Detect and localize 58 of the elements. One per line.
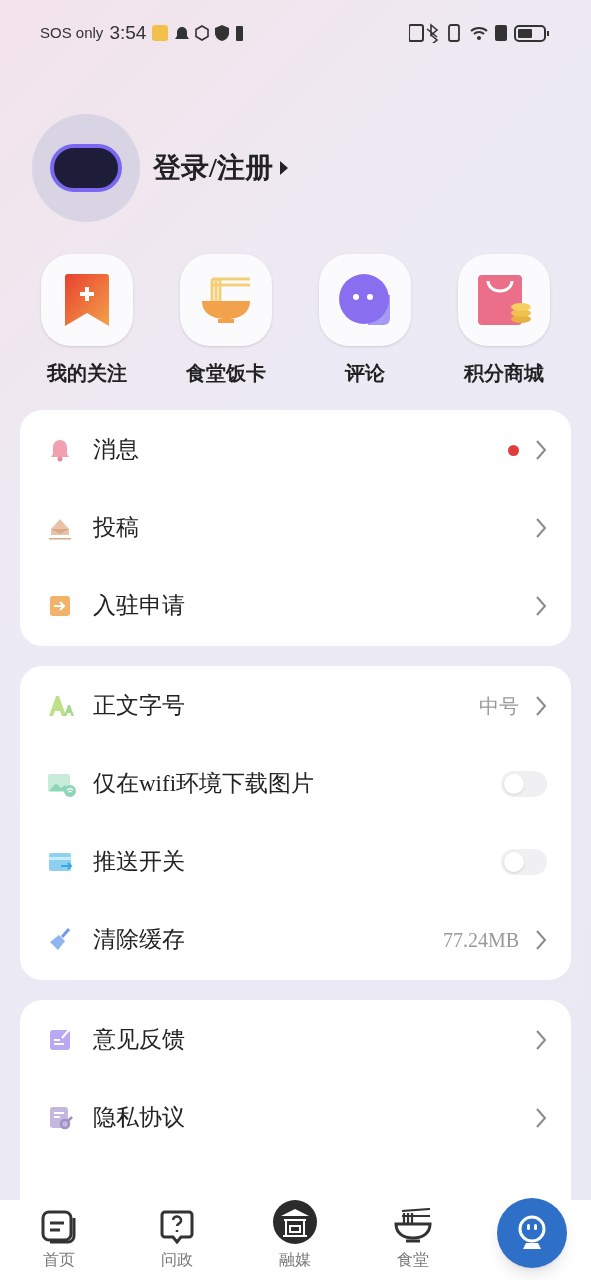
caret-icon (278, 160, 289, 176)
row-label: 意见反馈 (93, 1025, 186, 1054)
shortcut-label: 食堂饭卡 (186, 361, 267, 386)
assistant-button[interactable] (497, 1198, 567, 1268)
shortcut-tile[interactable] (41, 254, 134, 346)
settings-row[interactable]: 正文字号 中号 (20, 667, 571, 745)
chevron-right-icon (535, 695, 547, 717)
login-register-link[interactable]: 登录/注册 (153, 147, 289, 189)
row-label: 仅在wifi环境下载图片 (93, 769, 316, 798)
settings-row[interactable]: 意见反馈 (20, 1001, 571, 1079)
settings-row[interactable]: 消息 (20, 411, 571, 489)
row-label: 入驻申请 (93, 591, 186, 620)
settings-row[interactable]: 清除缓存 77.24MB (20, 901, 571, 979)
robot-icon (517, 1215, 547, 1251)
row-label: 正文字号 (93, 691, 186, 720)
shortcut-tile[interactable] (318, 254, 411, 346)
settings-row[interactable]: 仅在wifi环境下载图片 (20, 745, 571, 823)
chevron-right-icon (535, 929, 547, 951)
carrier-text: SOS only (40, 22, 104, 43)
chevron-right-icon (535, 1107, 547, 1129)
chevron-right-icon (535, 517, 547, 539)
news-icon (41, 1210, 77, 1244)
settings-row[interactable]: 投稿 (20, 489, 571, 567)
row-value: 77.24MB (442, 928, 519, 953)
noodle-bowl-icon (394, 1208, 432, 1244)
tab-item[interactable]: 融媒 (236, 1200, 354, 1280)
settings-row[interactable]: 入驻申请 (20, 567, 571, 645)
shortcut-label: 积分商城 (463, 361, 544, 386)
question-bubble-icon (160, 1210, 194, 1244)
document-key-icon (47, 1105, 75, 1131)
shortcut-tile[interactable] (180, 254, 273, 346)
tab-item[interactable]: 食堂 (354, 1200, 472, 1280)
shortcut-label: 我的关注 (47, 361, 128, 386)
row-label: 清除缓存 (93, 925, 186, 954)
tab-item[interactable]: 首页 (0, 1200, 118, 1280)
font-size-icon (47, 693, 75, 719)
chevron-right-icon (535, 439, 547, 461)
settings-row[interactable]: 隐私协议 (20, 1079, 571, 1157)
row-label: 推送开关 (93, 847, 186, 876)
feedback-icon (47, 1027, 73, 1053)
row-label: 投稿 (93, 513, 140, 542)
chevron-right-icon (535, 595, 547, 617)
shortcut-tile[interactable] (457, 254, 550, 346)
clock-text: 3:54 (109, 20, 147, 45)
settings-row[interactable]: 推送开关 (20, 823, 571, 901)
noodle-bowl-icon (200, 275, 253, 325)
row-label: 消息 (93, 435, 140, 464)
chevron-right-icon (535, 1029, 547, 1051)
row-label: 隐私协议 (93, 1103, 186, 1132)
shortcut-label: 评论 (344, 361, 385, 386)
toggle-switch[interactable] (501, 771, 547, 797)
toggle-switch[interactable] (501, 849, 547, 875)
tab-item[interactable]: 问政 (118, 1200, 236, 1280)
chat-bubble-icon (337, 273, 392, 327)
shopping-bag-icon (475, 273, 532, 327)
row-value: 中号 (479, 694, 519, 719)
image-wifi-icon (47, 771, 77, 797)
enter-icon (47, 593, 73, 619)
